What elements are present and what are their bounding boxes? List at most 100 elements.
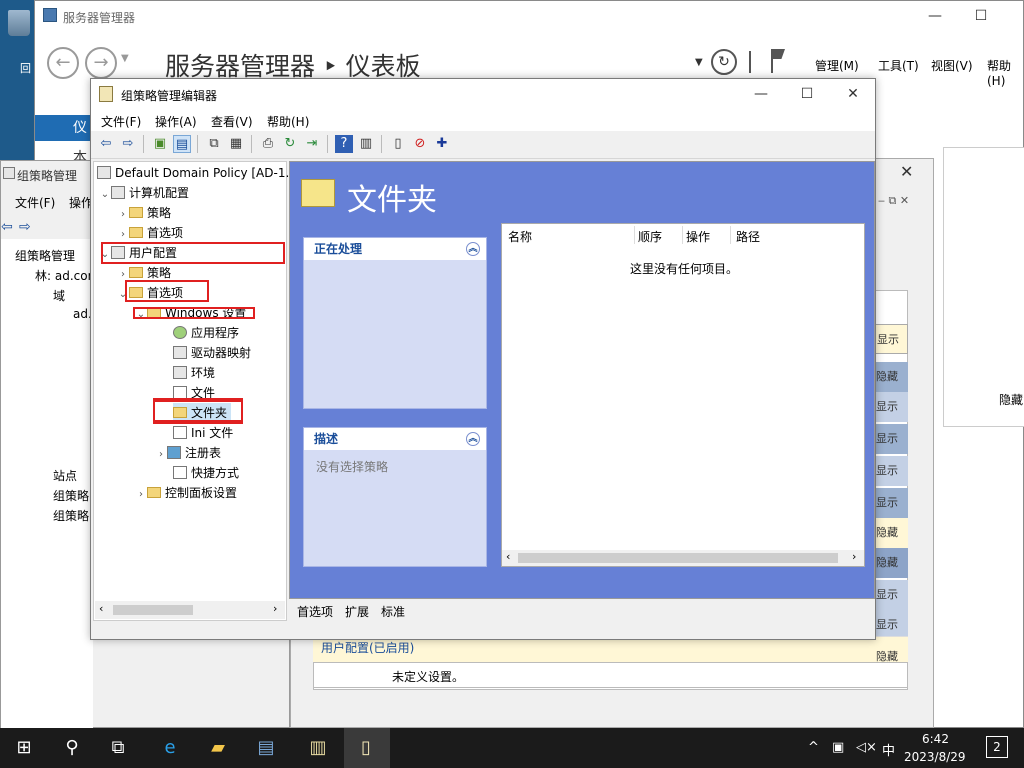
maximize-icon[interactable]: ☐	[961, 5, 1001, 29]
chevron-up-icon[interactable]: ^	[808, 740, 819, 755]
forward-arrow-icon[interactable]: →	[85, 47, 117, 79]
menu-help[interactable]: 帮助(H)	[987, 57, 1023, 88]
properties-icon[interactable]: ▥	[357, 135, 375, 153]
scrollbar-thumb[interactable]	[518, 553, 838, 563]
scroll-right-icon[interactable]: ›	[852, 550, 856, 563]
refresh-icon[interactable]: ↻	[281, 135, 299, 153]
nav-dropdown-icon[interactable]: ▼	[121, 53, 129, 64]
tree-item-ini-files[interactable]: Ini 文件	[173, 423, 233, 443]
menu-action[interactable]: 操作(A)	[155, 113, 197, 130]
stripe-label[interactable]: 隐藏	[873, 518, 908, 548]
volume-muted-icon[interactable]: ◁×	[856, 740, 877, 755]
chevron-right-icon[interactable]: ›	[117, 205, 129, 225]
copy-icon[interactable]: ⧉	[205, 135, 223, 153]
clock-date[interactable]: 2023/8/29	[904, 750, 966, 764]
back-arrow-icon[interactable]: ⇦	[97, 135, 115, 153]
sidebar-item-dashboard[interactable]: 仪	[35, 115, 91, 141]
tree-item-computer-config[interactable]: ⌄ 计算机配置	[99, 183, 189, 203]
stripe-label[interactable]: 显示	[873, 392, 908, 422]
tree-horizontal-scrollbar[interactable]: ‹ ›	[95, 601, 285, 619]
up-folder-icon[interactable]: ▣	[151, 135, 169, 153]
task-view-icon[interactable]: ⧉	[106, 736, 130, 760]
tab-standard[interactable]: 标准	[381, 603, 405, 620]
tree-item-control-panel[interactable]: › 控制面板设置	[135, 483, 237, 503]
chevron-up-icon[interactable]: ︽	[466, 242, 480, 256]
notification-icon[interactable]: 2	[986, 736, 1008, 758]
task-header[interactable]: 描述 ︽	[304, 428, 486, 450]
tree-item-applications[interactable]: 应用程序	[173, 323, 239, 343]
column-header-name[interactable]: 名称	[508, 228, 532, 245]
windows-start-icon[interactable]: ⊞	[12, 736, 36, 760]
tree-item-gp-results[interactable]: 组策略	[53, 507, 89, 524]
flag-icon[interactable]	[771, 49, 785, 73]
tree-item-environment[interactable]: 环境	[173, 363, 215, 383]
hide-label[interactable]: 隐藏	[999, 391, 1023, 408]
stripe-label[interactable]: 显示	[873, 580, 908, 610]
gpm-menu-file[interactable]: 文件(F)	[15, 194, 55, 211]
tab-extended[interactable]: 扩展	[345, 603, 369, 620]
column-header-path[interactable]: 路径	[736, 228, 760, 245]
back-arrow-icon[interactable]: ←	[47, 47, 79, 79]
ime-indicator[interactable]: 中	[882, 740, 895, 759]
menu-view[interactable]: 查看(V)	[211, 113, 253, 130]
refresh-icon[interactable]: ↻	[711, 49, 737, 75]
tree-item-sites[interactable]: 站点	[53, 467, 77, 484]
stripe-label[interactable]: 显示	[873, 324, 908, 354]
forward-arrow-icon[interactable]: ⇨	[119, 135, 137, 153]
search-icon[interactable]: ⚲	[60, 736, 84, 760]
help-icon[interactable]: ?	[335, 135, 353, 153]
tree-item-gp-modeling[interactable]: 组策略	[53, 487, 89, 504]
menu-manage[interactable]: 管理(M)	[815, 57, 859, 74]
tab-preferences[interactable]: 首选项	[297, 603, 333, 620]
stop-icon[interactable]: ⊘	[411, 135, 429, 153]
tree-item-domain[interactable]: ad.	[73, 307, 92, 321]
document-icon[interactable]: ▯	[389, 135, 407, 153]
column-header-order[interactable]: 顺序	[638, 228, 662, 245]
tree-item-cc-prefs[interactable]: › 首选项	[117, 223, 183, 243]
scroll-right-icon[interactable]: ›	[273, 602, 277, 615]
export-icon[interactable]: ⇥	[303, 135, 321, 153]
menu-view[interactable]: 视图(V)	[931, 57, 973, 74]
tree-item-shortcuts[interactable]: 快捷方式	[173, 463, 239, 483]
gpme-taskbar-icon[interactable]: ▯	[354, 736, 378, 760]
minimize-icon[interactable]: —	[741, 83, 781, 107]
internet-explorer-icon[interactable]: e	[158, 736, 182, 760]
scroll-left-icon[interactable]: ‹	[99, 602, 103, 615]
tree-item-cc-policy[interactable]: › 策略	[117, 203, 171, 223]
tree-item-drive-maps[interactable]: 驱动器映射	[173, 343, 251, 363]
list-horizontal-scrollbar[interactable]: ‹ ›	[502, 550, 864, 566]
back-arrow-icon[interactable]: ⇦	[1, 219, 13, 235]
close-icon[interactable]: ✕	[833, 83, 873, 107]
stripe-label[interactable]: 显示	[873, 424, 908, 454]
stripe-label[interactable]: 隐藏	[873, 362, 908, 392]
stripe-label[interactable]: 显示	[873, 456, 908, 486]
items-list[interactable]: 名称 顺序 操作 路径 这里没有任何项目。 ‹ ›	[501, 223, 865, 567]
tree-item-domains[interactable]: 域	[53, 287, 65, 304]
minimize-icon[interactable]: —	[915, 5, 955, 29]
chevron-right-icon[interactable]: ›	[135, 485, 147, 505]
stripe-label[interactable]: 显示	[873, 488, 908, 518]
mdi-controls[interactable]: ‒ ⧉ ✕	[878, 194, 909, 208]
scroll-left-icon[interactable]: ‹	[506, 550, 510, 563]
server-manager-taskbar-icon[interactable]: ▤	[254, 736, 278, 760]
gpm-taskbar-icon[interactable]: ▥	[306, 736, 330, 760]
task-header[interactable]: 正在处理 ︽	[304, 238, 486, 260]
close-icon[interactable]: ✕	[900, 162, 913, 181]
add-icon[interactable]: ✚	[433, 135, 451, 153]
menu-tools[interactable]: 工具(T)	[878, 57, 919, 74]
print-icon[interactable]: ⎙	[259, 135, 277, 153]
menu-help[interactable]: 帮助(H)	[267, 113, 309, 130]
scrollbar-thumb[interactable]	[113, 605, 193, 615]
tree-item-gpm-root[interactable]: 组策略管理	[15, 247, 75, 264]
stripe-label[interactable]: 隐藏	[873, 548, 908, 578]
recycle-bin-icon[interactable]	[4, 10, 34, 50]
chevron-right-icon[interactable]: ›	[155, 445, 167, 465]
forward-arrow-icon[interactable]: ⇨	[19, 219, 31, 235]
menu-file[interactable]: 文件(F)	[101, 113, 141, 130]
paste-icon[interactable]: ▦	[227, 135, 245, 153]
chevron-up-icon[interactable]: ︽	[466, 432, 480, 446]
maximize-icon[interactable]: ☐	[787, 83, 827, 107]
clock-time[interactable]: 6:42	[922, 732, 949, 746]
chevron-down-icon[interactable]: ⌄	[99, 185, 111, 205]
network-icon[interactable]: ▣	[832, 740, 844, 755]
